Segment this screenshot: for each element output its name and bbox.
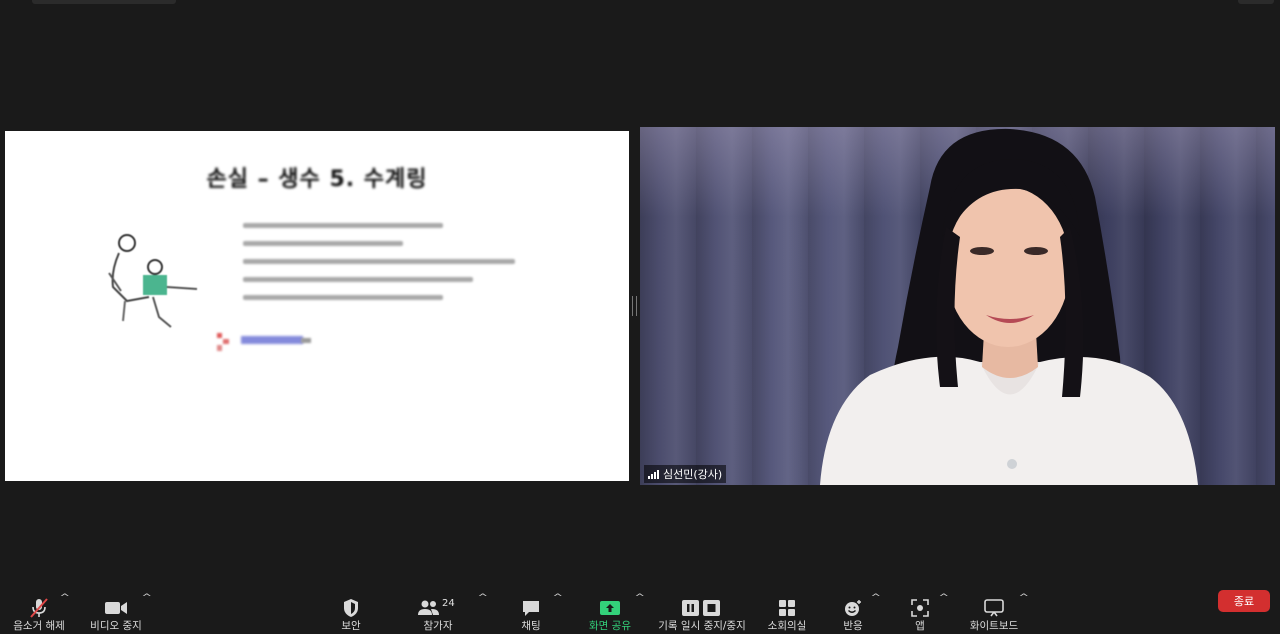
slide-text-line bbox=[243, 295, 443, 300]
record-button[interactable]: 기록 일시 중지/중지 bbox=[656, 587, 748, 634]
slide-red-mark bbox=[217, 333, 229, 351]
apps-button[interactable]: 앱 bbox=[906, 587, 934, 634]
chat-options-caret[interactable]: ^ bbox=[552, 593, 563, 603]
signal-strength-icon bbox=[648, 469, 659, 479]
reactions-options-caret[interactable]: ^ bbox=[870, 593, 881, 603]
chat-bubble-icon bbox=[521, 597, 541, 619]
apps-label: 앱 bbox=[915, 620, 925, 632]
participant-person bbox=[820, 128, 1198, 485]
slide-text-line bbox=[243, 241, 403, 246]
whiteboard-label: 화이트보드 bbox=[969, 620, 1019, 632]
whiteboard-icon bbox=[984, 597, 1004, 619]
slide-text-line bbox=[243, 277, 473, 282]
pause-stop-icon bbox=[681, 597, 723, 619]
breakout-rooms-label: 소회의실 bbox=[767, 620, 807, 632]
share-screen-button[interactable]: 화면 공유 bbox=[586, 587, 634, 634]
people-icon: 24 bbox=[418, 597, 458, 619]
participant-name-tag: 심선민(강사) bbox=[644, 465, 727, 483]
slide-text-lines bbox=[243, 223, 515, 313]
record-label: 기록 일시 중지/중지 bbox=[658, 620, 746, 632]
participant-video[interactable]: 심선민(강사) bbox=[640, 127, 1275, 485]
slide-title: 손실 – 생수 5. 수계링 bbox=[206, 167, 428, 192]
mute-button[interactable]: 음소거 해제 bbox=[13, 587, 65, 634]
shield-icon bbox=[342, 597, 360, 619]
top-bar-right-handle[interactable] bbox=[1238, 0, 1274, 4]
participants-button[interactable]: 24 참가자 bbox=[418, 587, 458, 634]
top-bar-handle[interactable] bbox=[32, 0, 176, 4]
microphone-slash-icon bbox=[28, 597, 50, 619]
participants-count: 24 bbox=[442, 598, 455, 609]
whiteboard-options-caret[interactable]: ^ bbox=[1018, 593, 1029, 603]
slide-text-line bbox=[243, 259, 515, 264]
apps-icon bbox=[911, 597, 929, 619]
chat-button[interactable]: 채팅 bbox=[516, 587, 546, 634]
participant-name: 심선민(강사) bbox=[663, 468, 723, 481]
security-label: 보안 bbox=[341, 620, 361, 632]
chat-label: 채팅 bbox=[521, 620, 541, 632]
security-button[interactable]: 보안 bbox=[336, 587, 366, 634]
participants-options-caret[interactable]: ^ bbox=[477, 593, 488, 603]
video-label: 비디오 중지 bbox=[90, 620, 142, 632]
slide-illustration bbox=[108, 234, 198, 328]
share-screen-label: 화면 공유 bbox=[589, 620, 631, 632]
mute-label: 음소거 해제 bbox=[13, 620, 65, 632]
video-options-caret[interactable]: ^ bbox=[141, 593, 152, 603]
whiteboard-button[interactable]: 화이트보드 bbox=[966, 587, 1022, 634]
breakout-rooms-button[interactable]: 소회의실 bbox=[764, 587, 810, 634]
grid-icon bbox=[778, 597, 796, 619]
apps-options-caret[interactable]: ^ bbox=[938, 593, 949, 603]
share-options-caret[interactable]: ^ bbox=[634, 593, 645, 603]
shared-screen-panel: 손실 – 생수 5. 수계링 bbox=[5, 131, 629, 481]
reactions-label: 반응 bbox=[843, 620, 863, 632]
slide-link bbox=[241, 336, 303, 344]
slide-text-line bbox=[243, 223, 443, 228]
meeting-toolbar: 음소거 해제 ^ 비디오 중지 ^ 보안 24 참가자 ^ 채팅 ^ 화면 공유… bbox=[0, 587, 1280, 633]
emoji-icon bbox=[843, 597, 863, 619]
video-button[interactable]: 비디오 중지 bbox=[90, 587, 142, 634]
reactions-button[interactable]: 반응 bbox=[838, 587, 868, 634]
video-camera-icon bbox=[104, 597, 128, 619]
mute-options-caret[interactable]: ^ bbox=[59, 593, 70, 603]
slide-link-suffix bbox=[301, 338, 311, 343]
participants-label: 참가자 bbox=[423, 620, 453, 632]
panel-resize-handle[interactable] bbox=[632, 296, 637, 316]
end-meeting-button[interactable]: 종료 bbox=[1218, 590, 1270, 612]
share-screen-icon bbox=[599, 597, 621, 619]
